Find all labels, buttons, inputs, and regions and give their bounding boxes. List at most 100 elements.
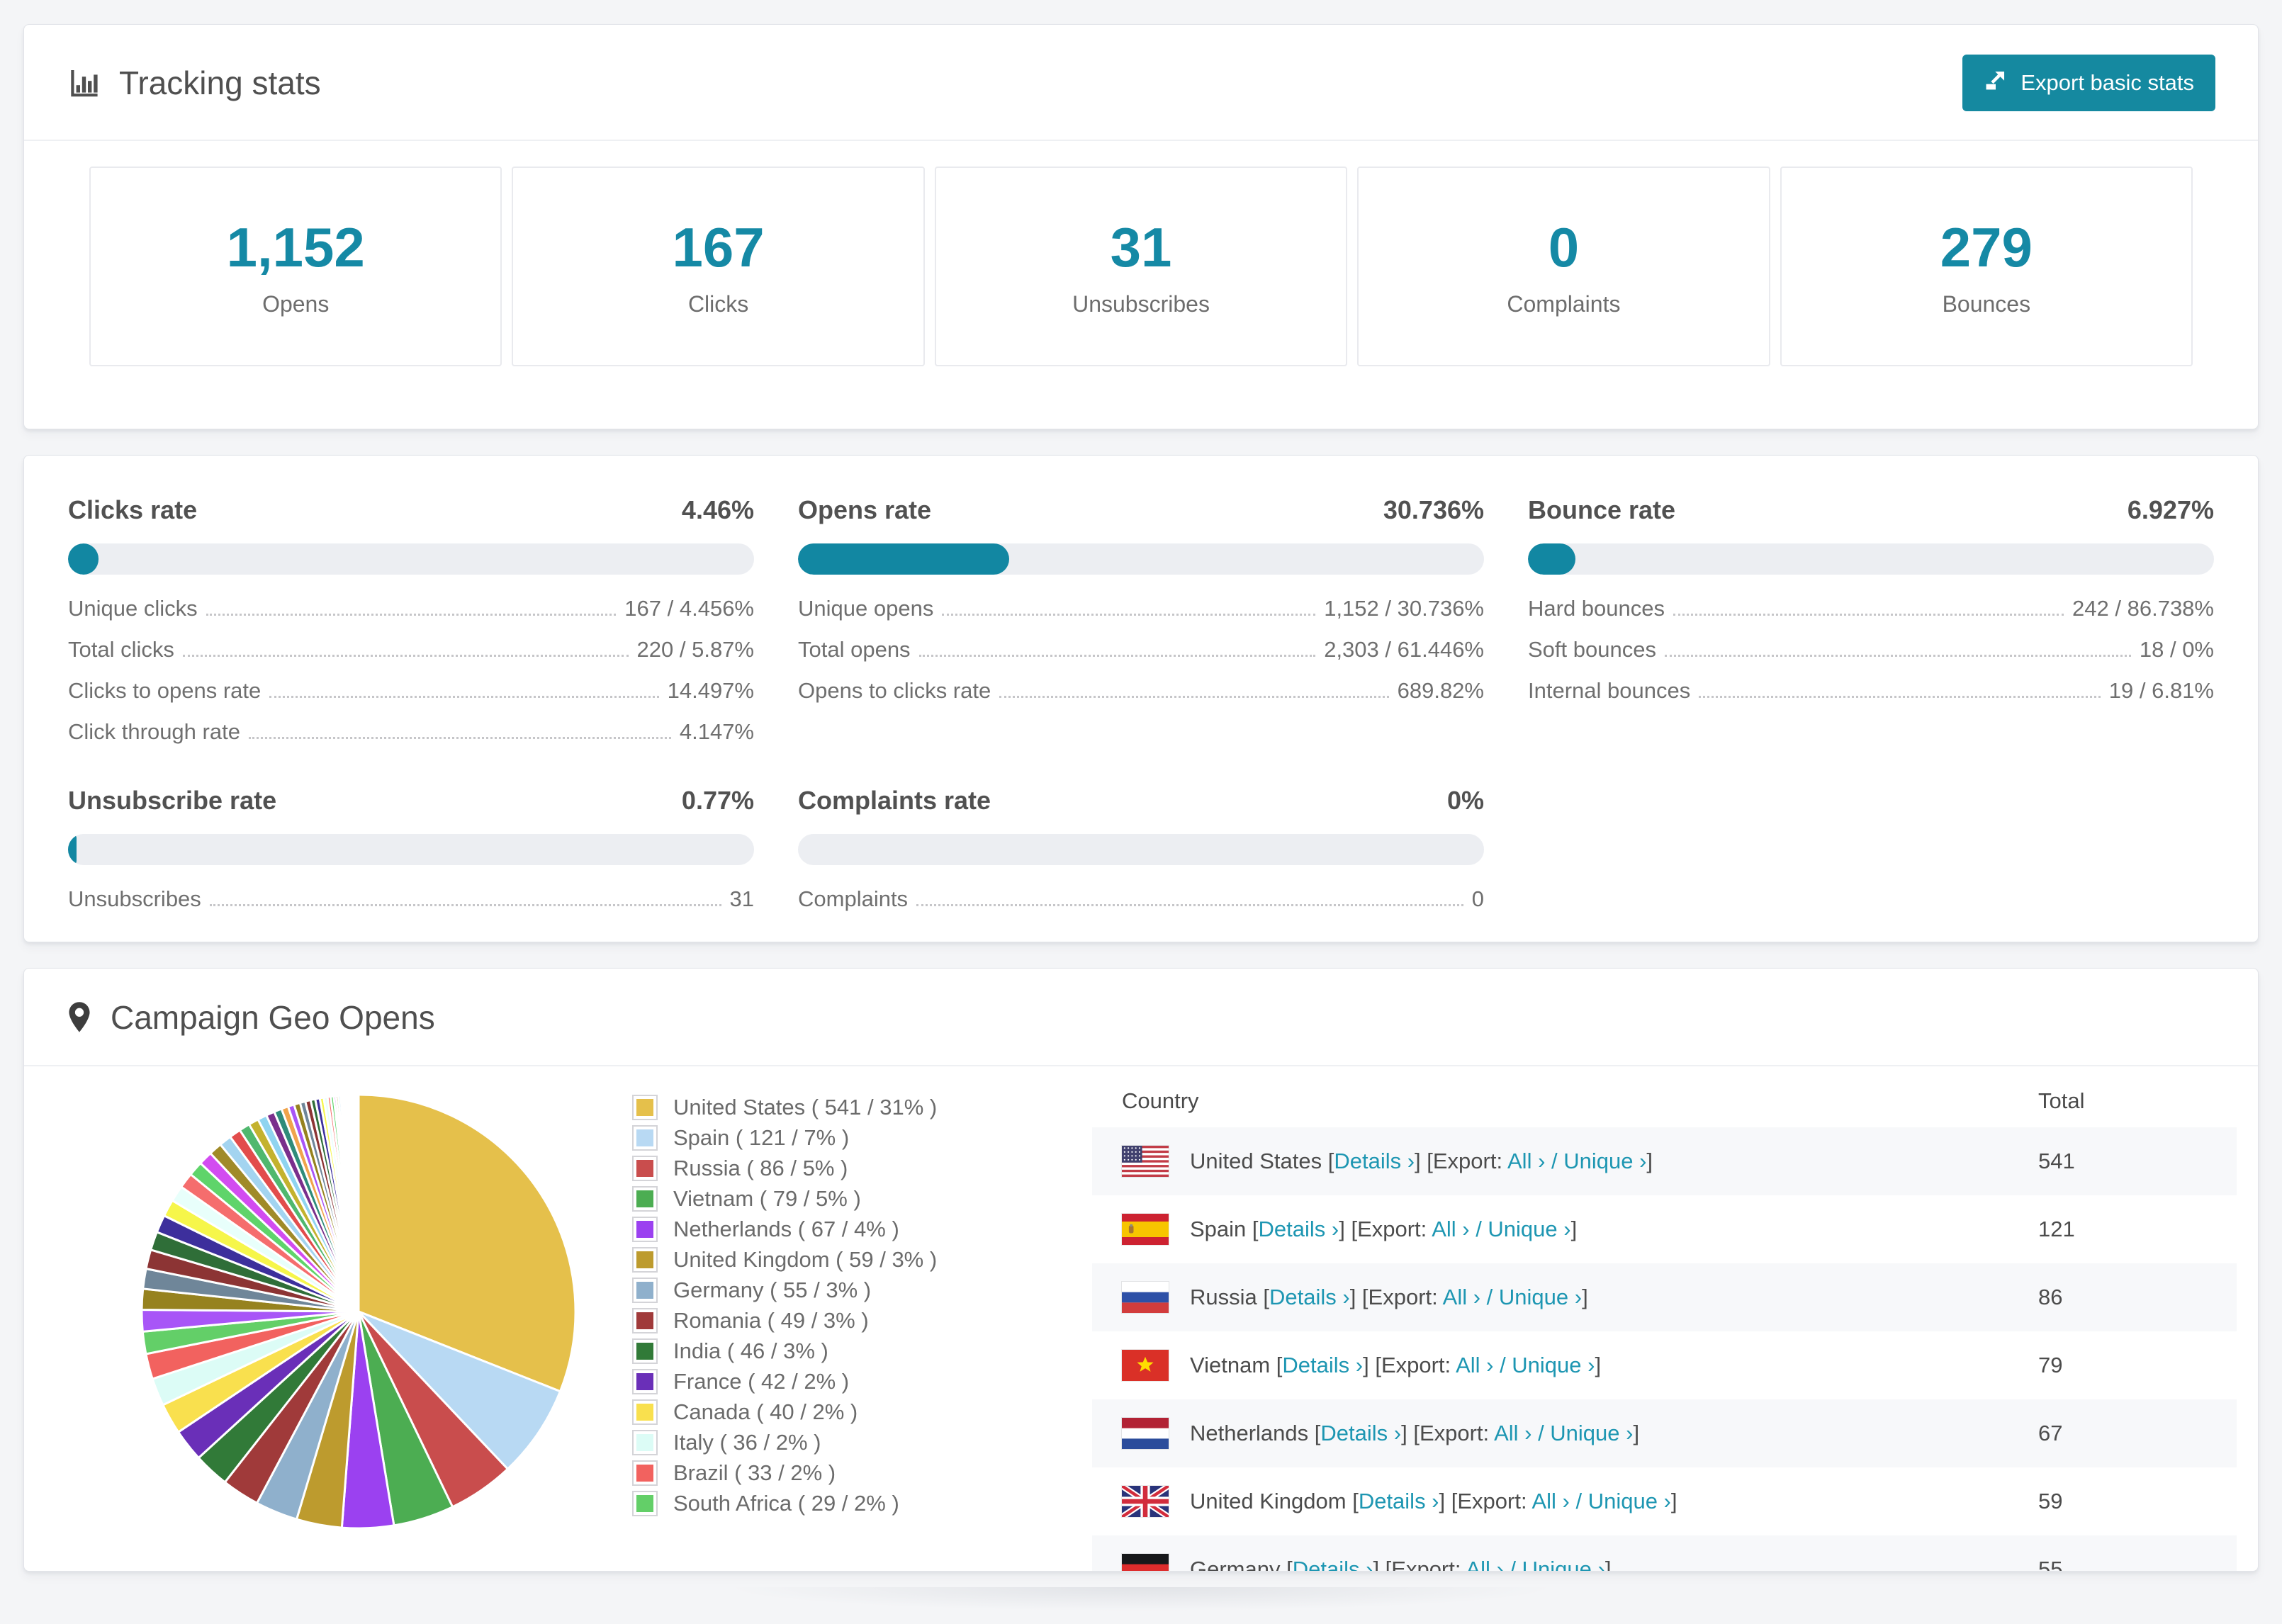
- bracket: ] [Export:: [1363, 1353, 1456, 1377]
- map-pin-icon: [67, 1000, 92, 1034]
- stat-tiles-row: 1,152 Opens 167 Clicks 31 Unsubscribes 0 Compla…: [89, 167, 2193, 366]
- export-basic-stats-button[interactable]: Export basic stats: [1962, 55, 2215, 111]
- geo-pie-chart[interactable]: [132, 1085, 585, 1542]
- rate-row-label: Total clicks: [68, 637, 174, 662]
- tracking-stats-card: Tracking stats Export basic stats 1,152 O…: [23, 24, 2259, 429]
- export-all-link[interactable]: All ›: [1443, 1285, 1480, 1309]
- pie-slice-other[interactable]: [356, 1093, 360, 1312]
- legend-swatch: [632, 1307, 658, 1333]
- country-name: Germany: [1190, 1557, 1287, 1572]
- details-link[interactable]: Details ›: [1259, 1217, 1339, 1241]
- rate-row-value: 18 / 0%: [2139, 637, 2214, 662]
- rate-row-label: Opens to clicks rate: [798, 678, 991, 703]
- bracket: ] [Export:: [1373, 1557, 1466, 1572]
- legend-item-south-africa: South Africa ( 29 / 2% ): [632, 1488, 1018, 1518]
- legend-label: Canada ( 40 / 2% ): [673, 1399, 858, 1424]
- export-all-link[interactable]: All ›: [1531, 1489, 1569, 1513]
- details-link[interactable]: Details ›: [1334, 1149, 1415, 1173]
- stat-label: Bounces: [1942, 291, 2031, 317]
- export-all-link[interactable]: All ›: [1456, 1353, 1493, 1377]
- rate-block-unsubscribe-rate: Unsubscribe rate 0.77% Unsubscribes 31: [68, 786, 754, 912]
- rate-title: Opens rate: [798, 495, 932, 524]
- export-unique-link[interactable]: Unique ›: [1588, 1489, 1671, 1513]
- rate-progress-fill: [1528, 543, 1576, 575]
- export-button-label: Export basic stats: [2020, 70, 2194, 95]
- table-row-vietnam: Vietnam [Details ›] [Export: All › / Uni…: [1092, 1331, 2237, 1399]
- details-link[interactable]: Details ›: [1269, 1285, 1350, 1309]
- export-all-link[interactable]: All ›: [1432, 1217, 1469, 1241]
- bracket: [: [1286, 1557, 1293, 1572]
- rate-progress-track: [1528, 543, 2214, 575]
- legend-swatch: [632, 1399, 658, 1425]
- legend-swatch: [632, 1094, 658, 1120]
- stat-label: Unsubscribes: [1072, 291, 1210, 317]
- rate-progress-track: [798, 834, 1484, 865]
- rates-grid: Clicks rate 4.46% Unique clicks 167 / 4.456…: [68, 495, 2214, 912]
- export-all-link[interactable]: All ›: [1507, 1149, 1545, 1173]
- details-link[interactable]: Details ›: [1282, 1353, 1363, 1377]
- legend-item-india: India ( 46 / 3% ): [632, 1336, 1018, 1366]
- rate-progress-fill: [798, 543, 1009, 575]
- total-cell: 55: [2038, 1557, 2063, 1572]
- legend-item-canada: Canada ( 40 / 2% ): [632, 1397, 1018, 1427]
- details-link[interactable]: Details ›: [1293, 1557, 1373, 1571]
- dotted-leader: [1664, 655, 2131, 657]
- rate-row-label: Total opens: [798, 637, 911, 662]
- rate-block-bounce-rate: Bounce rate 6.927% Hard bounces 242 / 86.73…: [1528, 495, 2214, 745]
- rate-row: Hard bounces 242 / 86.738%: [1528, 593, 2214, 621]
- rate-row-value: 242 / 86.738%: [2072, 596, 2214, 621]
- legend-swatch: [632, 1155, 658, 1181]
- rate-row-label: Complaints: [798, 886, 909, 911]
- legend-label: Spain ( 121 / 7% ): [673, 1124, 850, 1150]
- rate-block-opens-rate: Opens rate 30.736% Unique opens 1,152 / 30.…: [798, 495, 1484, 745]
- rate-progress-fill: [68, 543, 99, 575]
- export-unique-link[interactable]: Unique ›: [1512, 1353, 1595, 1377]
- rate-row-label: Unique clicks: [68, 596, 198, 621]
- legend-swatch: [632, 1216, 658, 1242]
- export-unique-link[interactable]: Unique ›: [1488, 1217, 1570, 1241]
- legend-swatch: [632, 1368, 658, 1394]
- rate-progress-track: [68, 543, 754, 575]
- export-unique-link[interactable]: Unique ›: [1522, 1557, 1605, 1571]
- stat-tile-unsubscribes: 31 Unsubscribes: [934, 167, 1348, 366]
- bracket: ]: [1604, 1557, 1612, 1572]
- dotted-leader: [182, 655, 629, 657]
- bracket: ] [Export:: [1349, 1285, 1443, 1309]
- legend-label: Netherlands ( 67 / 4% ): [673, 1216, 899, 1241]
- rate-rows: Unsubscribes 31: [68, 884, 754, 912]
- rate-row: Total opens 2,303 / 61.446%: [798, 634, 1484, 662]
- rate-rows: Unique opens 1,152 / 30.736% Total opens 2,…: [798, 593, 1484, 704]
- country-name: Netherlands: [1190, 1421, 1315, 1445]
- export-unique-link[interactable]: Unique ›: [1563, 1149, 1646, 1173]
- table-row-russia: Russia [Details ›] [Export: All › / Uniq…: [1092, 1263, 2237, 1331]
- details-link[interactable]: Details ›: [1359, 1489, 1439, 1513]
- legend-swatch: [632, 1277, 658, 1303]
- export-unique-link[interactable]: Unique ›: [1499, 1285, 1582, 1309]
- export-all-link[interactable]: All ›: [1466, 1557, 1503, 1571]
- legend-label: United Kingdom ( 59 / 3% ): [673, 1246, 938, 1272]
- bracket: ] [Export:: [1401, 1421, 1495, 1445]
- legend-item-germany: Germany ( 55 / 3% ): [632, 1275, 1018, 1305]
- rate-rows: Unique clicks 167 / 4.456% Total clicks 220…: [68, 593, 754, 745]
- flag-icon-es: [1122, 1214, 1169, 1245]
- bracket: ]: [1595, 1353, 1602, 1377]
- slash-separator: /: [1480, 1285, 1499, 1309]
- legend-item-united-kingdom: United Kingdom ( 59 / 3% ): [632, 1244, 1018, 1275]
- legend-label: India ( 46 / 3% ): [673, 1338, 828, 1363]
- dotted-leader: [918, 655, 1316, 657]
- rate-row: Unique opens 1,152 / 30.736%: [798, 593, 1484, 621]
- total-cell: 541: [2038, 1149, 2075, 1173]
- flag-icon-de: [1122, 1554, 1169, 1571]
- rate-title: Bounce rate: [1528, 495, 1676, 524]
- geo-legend: United States ( 541 / 31% ) Spain ( 121 /…: [632, 1092, 1018, 1518]
- details-link[interactable]: Details ›: [1320, 1421, 1401, 1445]
- slash-separator: /: [1503, 1557, 1522, 1572]
- rate-row-value: 2,303 / 61.446%: [1324, 637, 1484, 662]
- export-unique-link[interactable]: Unique ›: [1550, 1421, 1633, 1445]
- column-header-total: Total: [2038, 1088, 2085, 1113]
- geo-header: Campaign Geo Opens: [24, 969, 2258, 1065]
- export-all-link[interactable]: All ›: [1494, 1421, 1531, 1445]
- legend-item-romania: Romania ( 49 / 3% ): [632, 1305, 1018, 1336]
- total-cell: 79: [2038, 1353, 2063, 1377]
- rate-progress-track: [68, 834, 754, 865]
